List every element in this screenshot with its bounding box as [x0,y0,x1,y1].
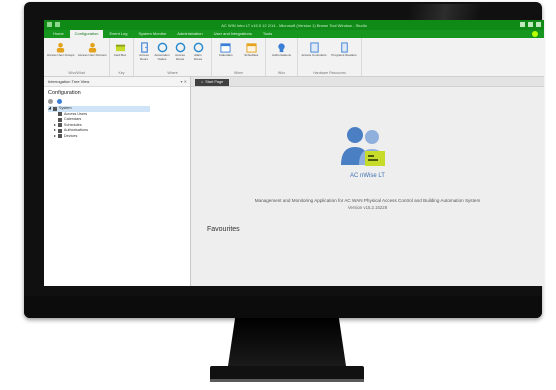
group-name: Key [118,71,125,75]
card-box-icon [115,44,125,52]
expand-icon[interactable]: ▸ [54,134,56,140]
door-icon [140,42,148,53]
user-groups-icon [57,42,65,53]
app-screen: AC WIN Intro LT v15.5 12 2/14 - Microsof… [44,20,544,286]
tree: ◢ System Access Users Calendars ▸ Schedu… [44,106,190,139]
save-icon[interactable] [47,22,52,27]
button-label: Calendars [218,53,233,57]
product-version: Version v15.2.15228 [347,205,388,210]
tab-home[interactable]: Home [48,30,69,38]
button-label: Access Zones [175,53,185,61]
group-name: Who [277,71,286,75]
ribbon-group-where: Access Doors Automation Nodes Access Zon… [134,38,212,76]
calendar-icon [220,43,231,53]
authorisation-icon [57,128,62,133]
maximize-icon[interactable] [528,22,533,27]
tree-view-pane: Interrogation Tree View ▾ ✕ Configuratio… [44,77,191,286]
group-name: When [233,71,244,75]
tab-event-log[interactable]: Event Log [104,30,132,38]
alarm-zone-icon [193,42,203,53]
ribbon-group-when: Calendars Schedules When [212,38,266,76]
pane-heading: Configuration [48,90,81,96]
controller-icon [309,42,319,53]
tab-tools[interactable]: Tools [258,30,277,38]
favourites-heading: Favourites [207,226,240,233]
product-description: Management and Monitoring Application fo… [254,198,481,203]
users-logo-icon [341,127,385,166]
monitor-chin [24,296,542,318]
tab-system-monitor[interactable]: System Monitor [133,30,171,38]
reader-icon [340,42,348,53]
button-label: Authorisations [271,53,291,57]
button-label: Alarm Zones [193,53,203,61]
button-label: Access Doors [139,53,149,61]
collapse-icon[interactable]: ◢ [48,106,51,112]
tab-administration[interactable]: Administration [172,30,207,38]
tab-user-integrations[interactable]: User and Integrations [209,30,257,38]
button-label: Schedules [244,53,259,57]
group-name: Where [167,71,178,75]
window-controls [520,22,541,27]
button-label: Card Box [113,53,127,57]
window-title: AC WIN Intro LT v15.5 12 2/14 - Microsof… [221,22,367,28]
document-area: ⌂ Start Page AC nWise LT Management and … [191,77,544,286]
user-status-icon[interactable] [532,31,538,37]
ribbon-group-key: Card Box Key [110,38,134,76]
group-name: Hardware Resources [313,71,346,75]
tab-configuration[interactable]: Configuration [69,30,104,38]
pane-title-bar: Interrogation Tree View ▾ ✕ [44,77,190,87]
button-label: Programs Readers [331,53,357,57]
home-icon: ⌂ [201,80,204,84]
group-name: Who/What [68,71,85,75]
monitor-foot-highlight [210,379,364,382]
schedule-icon [246,43,257,53]
pane-title: Interrogation Tree View [48,79,90,84]
filter-icon[interactable] [57,99,62,104]
minimize-icon[interactable] [520,22,525,27]
product-brand: AC nWise LT [350,173,385,179]
authorisation-icon [278,43,285,53]
monitor-neck [228,318,346,366]
quick-access-toolbar [47,22,60,27]
access-zone-icon [175,42,185,53]
tree-item-label: Devices [63,133,78,138]
ribbon-group-who-what: Access User Groups Access User Persons W… [44,38,110,76]
undo-icon[interactable] [55,22,60,27]
button-label: Access User Groups [46,53,75,57]
ribbon-tabs: Home Configuration Event Log System Moni… [44,30,544,38]
tab-start-page[interactable]: ⌂ Start Page [195,79,230,86]
refresh-icon[interactable] [48,99,53,104]
ribbon-group-who: Authorisations Who [266,38,298,76]
device-icon [57,134,62,139]
schedule-icon [57,123,62,128]
system-icon [52,106,57,111]
tab-label: Start Page [205,80,224,84]
button-label: Access Controllers [301,53,327,57]
pane-pin-icon[interactable]: ▾ ✕ [181,77,187,86]
pane-toolbar [44,97,190,106]
calendar-icon [58,117,62,122]
button-label: Automation Nodes [154,53,170,61]
user-person-icon [88,42,96,53]
automation-node-icon [157,42,167,53]
tree-item-devices[interactable]: ▸ Devices [48,134,190,140]
ribbon: Access User Groups Access User Persons W… [44,38,544,77]
title-bar: AC WIN Intro LT v15.5 12 2/14 - Microsof… [44,20,544,30]
document-tabs: ⌂ Start Page [191,77,544,87]
ribbon-group-hardware: Access Controllers Programs Readers Hard… [298,38,362,76]
button-label: Access User Persons [77,53,107,57]
users-icon [58,112,62,117]
close-icon[interactable] [536,22,541,27]
